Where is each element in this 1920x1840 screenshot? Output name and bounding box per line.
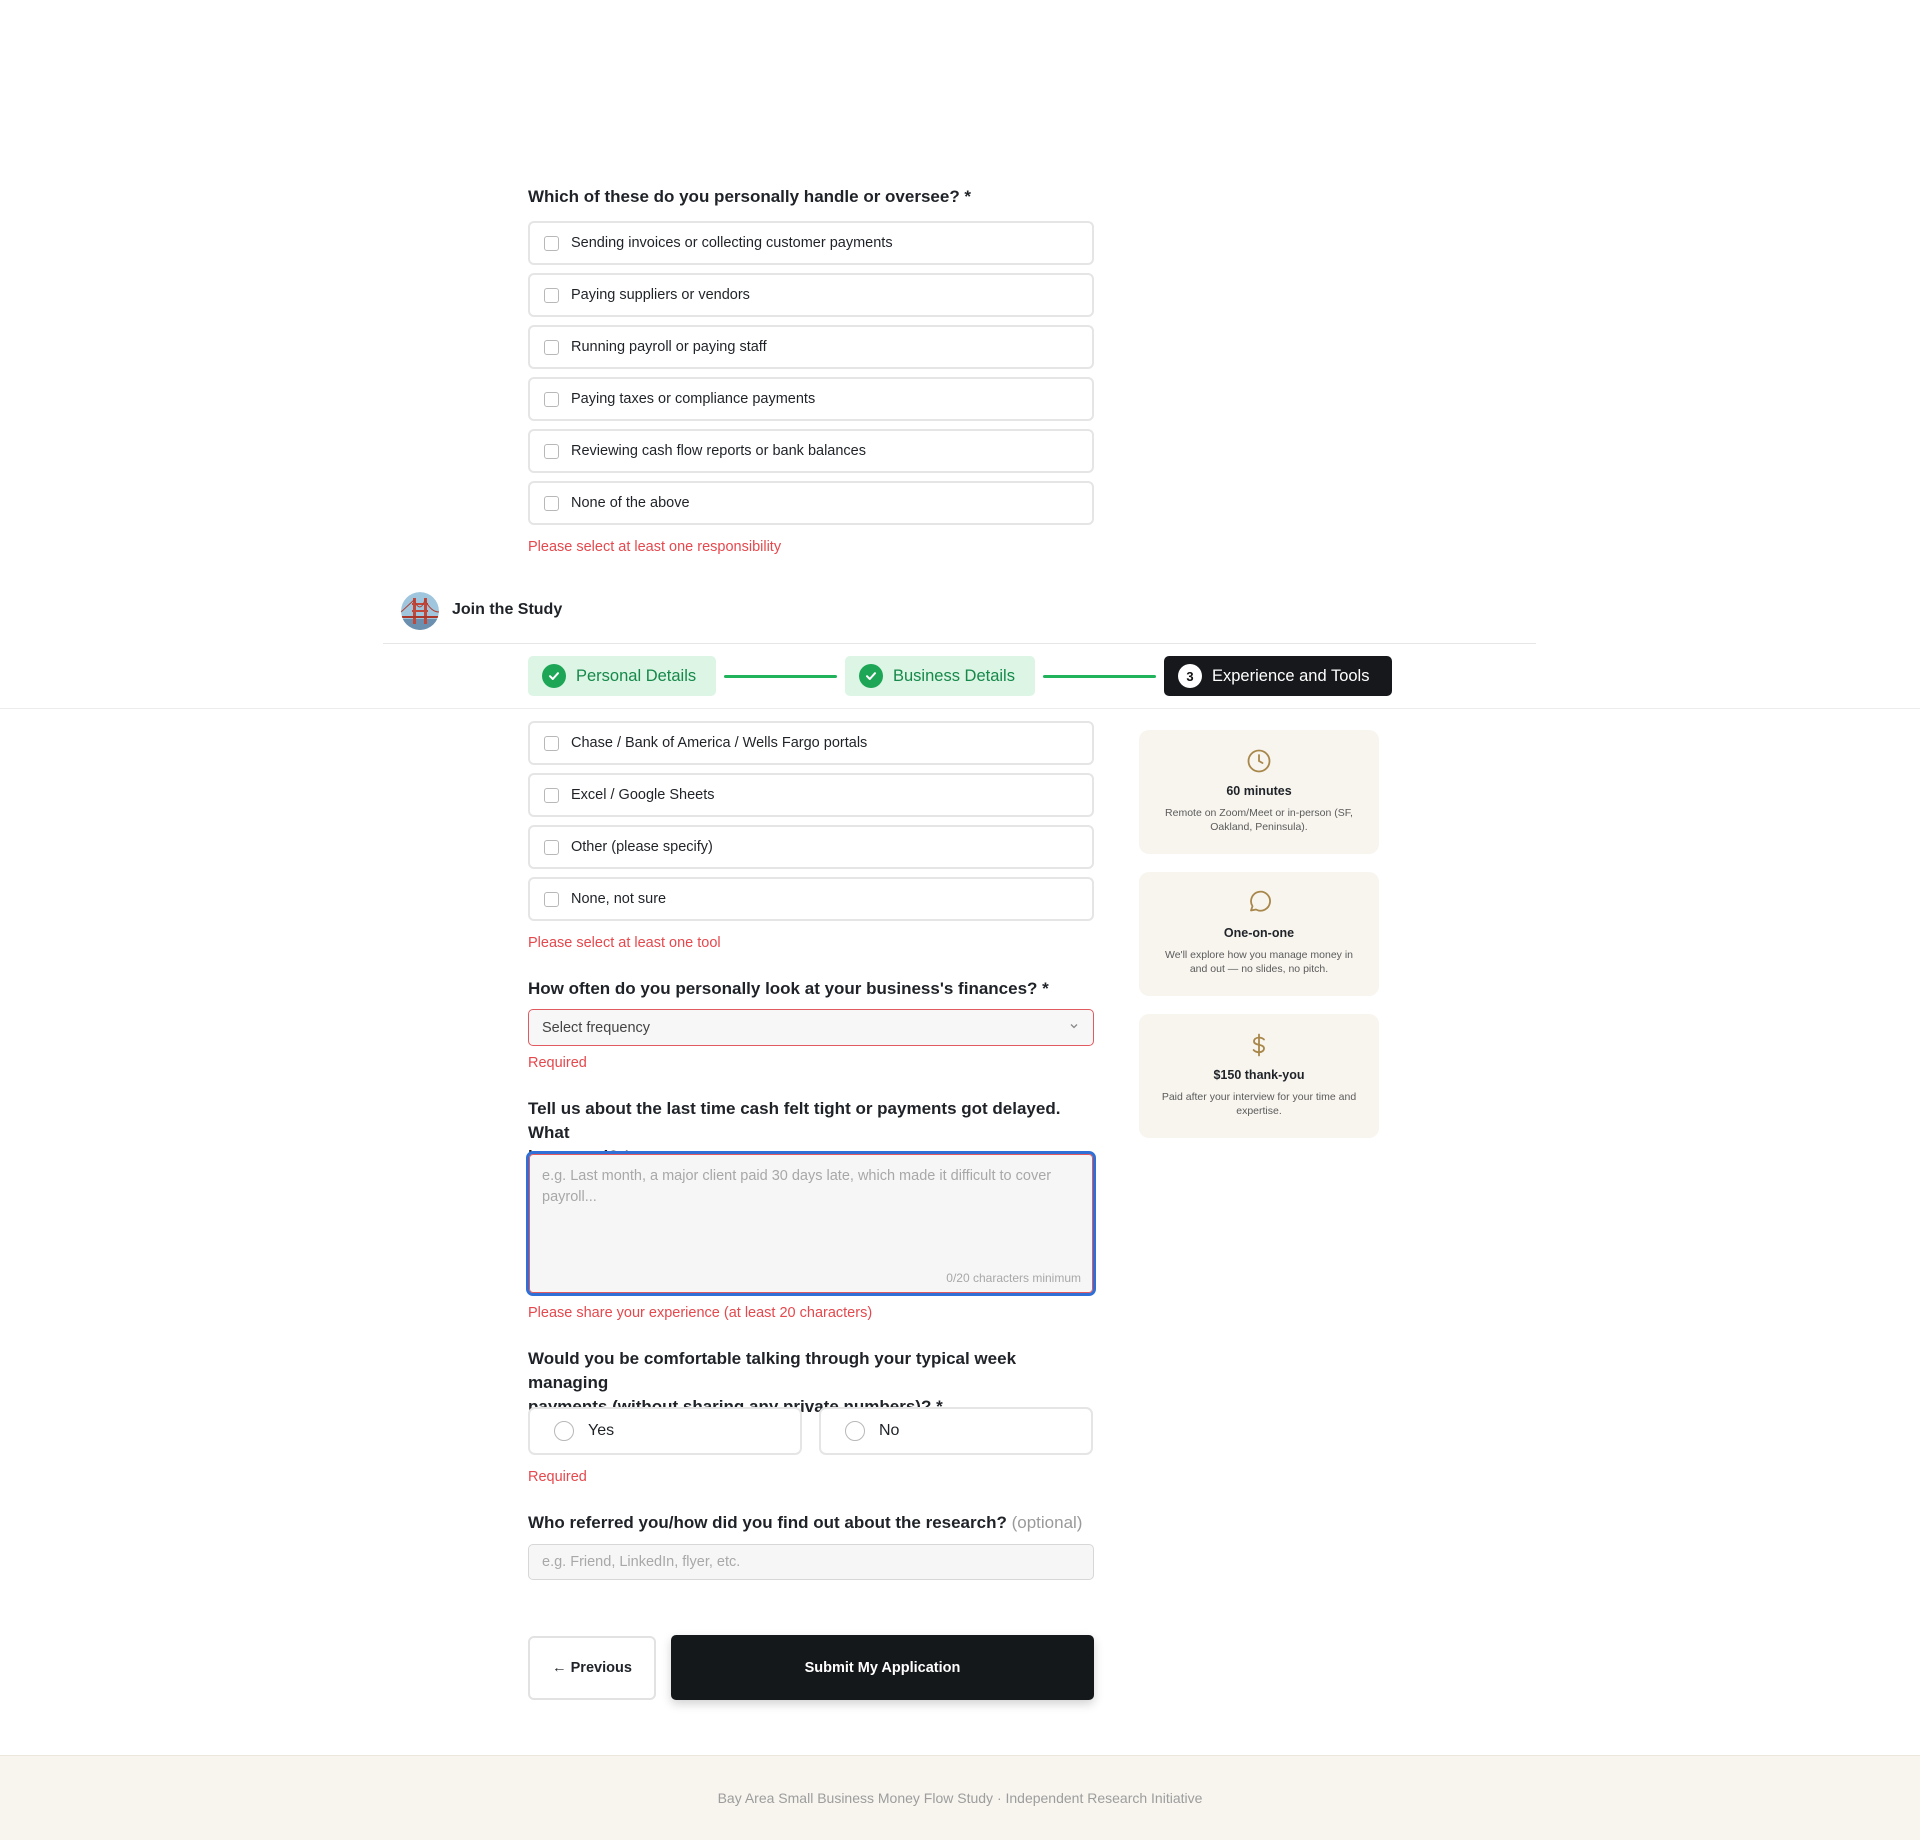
clock-icon — [1247, 749, 1271, 773]
checkbox[interactable] — [544, 443, 559, 459]
frequency-error: Required — [528, 1055, 587, 1071]
character-counter: 0/20 characters minimum — [946, 1271, 1081, 1285]
tools-error: Please select at least one tool — [528, 935, 721, 951]
option-other[interactable]: Other (please specify) — [528, 825, 1094, 869]
golden-gate-logo-icon — [401, 592, 439, 630]
step-connector — [1043, 675, 1156, 678]
checkbox[interactable] — [544, 787, 559, 803]
footer-text: Bay Area Small Business Money Flow Study… — [717, 1790, 1203, 1806]
radio-yes[interactable]: Yes — [528, 1407, 802, 1455]
option-none-not-sure[interactable]: None, not sure — [528, 877, 1094, 921]
experience-error: Please share your experience (at least 2… — [528, 1305, 873, 1321]
option-label: Paying suppliers or vendors — [571, 287, 750, 303]
option-running-payroll[interactable]: Running payroll or paying staff — [528, 325, 1094, 369]
radio-label: Yes — [588, 1422, 615, 1439]
radio-circle[interactable] — [845, 1421, 865, 1441]
referral-question: Who referred you/how did you find out ab… — [528, 1511, 1094, 1535]
radio-no[interactable]: No — [819, 1407, 1093, 1455]
card-description: Paid after your interview for your time … — [1161, 1091, 1357, 1117]
step-experience-and-tools[interactable]: 3 Experience and Tools — [1164, 656, 1392, 696]
check-icon — [859, 664, 883, 688]
referral-input[interactable]: e.g. Friend, LinkedIn, flyer, etc. — [528, 1544, 1094, 1580]
header-bottom-border — [0, 708, 1920, 709]
option-label: Chase / Bank of America / Wells Fargo po… — [571, 735, 868, 751]
step-number: 3 — [1178, 664, 1202, 688]
step-label: Experience and Tools — [1212, 666, 1370, 685]
frequency-select[interactable]: Select frequency — [528, 1009, 1094, 1046]
checkbox[interactable] — [544, 339, 559, 355]
question-text: Who referred you/how did you find out ab… — [528, 1513, 1007, 1532]
checkbox[interactable] — [544, 839, 559, 855]
card-title: 60 minutes — [1226, 784, 1292, 798]
check-icon — [542, 664, 566, 688]
card-description: We'll explore how you manage money in an… — [1165, 949, 1353, 975]
checkbox[interactable] — [544, 735, 559, 751]
option-label: None of the above — [571, 495, 690, 511]
card-description: Remote on Zoom/Meet or in-person (SF, Oa… — [1165, 807, 1353, 833]
chat-bubble-icon — [1250, 890, 1271, 912]
option-excel-sheets[interactable]: Excel / Google Sheets — [528, 773, 1094, 817]
experience-textarea[interactable]: e.g. Last month, a major client paid 30 … — [526, 1151, 1096, 1296]
checkbox[interactable] — [544, 495, 559, 511]
option-reviewing-cash-flow[interactable]: Reviewing cash flow reports or bank bala… — [528, 429, 1094, 473]
option-none-of-the-above[interactable]: None of the above — [528, 481, 1094, 525]
frequency-question: How often do you personally look at your… — [528, 979, 1049, 998]
option-bank-portals[interactable]: Chase / Bank of America / Wells Fargo po… — [528, 721, 1094, 765]
info-card-incentive: $150 thank-you Paid after your interview… — [1139, 1014, 1379, 1138]
brand-title: Join the Study — [452, 601, 563, 618]
step-connector — [724, 675, 837, 678]
select-value: Select frequency — [542, 1019, 651, 1036]
comfortable-error: Required — [528, 1469, 587, 1485]
step-label: Business Details — [893, 666, 1015, 685]
checkbox[interactable] — [544, 891, 559, 907]
submit-application-button[interactable]: Submit My Application — [671, 1635, 1094, 1700]
radio-label: No — [879, 1422, 900, 1439]
option-label: Other (please specify) — [571, 839, 713, 855]
option-label: Sending invoices or collecting customer … — [571, 235, 893, 251]
chevron-down-icon — [1070, 1024, 1078, 1029]
dollar-icon — [1252, 1033, 1265, 1057]
header-divider — [383, 643, 1536, 644]
footer: Bay Area Small Business Money Flow Study… — [0, 1755, 1920, 1840]
option-sending-invoices[interactable]: Sending invoices or collecting customer … — [528, 221, 1094, 265]
optional-tag: (optional) — [1011, 1513, 1083, 1532]
textarea-placeholder: e.g. Last month, a major client paid 30 … — [542, 1168, 1052, 1205]
option-label: Paying taxes or compliance payments — [571, 391, 816, 407]
option-paying-suppliers[interactable]: Paying suppliers or vendors — [528, 273, 1094, 317]
radio-circle[interactable] — [554, 1421, 574, 1441]
card-title: $150 thank-you — [1213, 1068, 1305, 1082]
step-personal-details[interactable]: Personal Details — [528, 656, 716, 696]
step-business-details[interactable]: Business Details — [845, 656, 1035, 696]
option-paying-taxes[interactable]: Paying taxes or compliance payments — [528, 377, 1094, 421]
input-placeholder: e.g. Friend, LinkedIn, flyer, etc. — [542, 1554, 741, 1570]
option-label: Excel / Google Sheets — [571, 787, 715, 803]
option-label: Running payroll or paying staff — [571, 339, 767, 355]
checkbox[interactable] — [544, 235, 559, 251]
info-card-format: One-on-one We'll explore how you manage … — [1139, 872, 1379, 996]
card-title: One-on-one — [1223, 926, 1295, 940]
step-label: Personal Details — [576, 666, 697, 685]
question-line: Tell us about the last time cash felt ti… — [528, 1099, 1061, 1142]
checkbox[interactable] — [544, 391, 559, 407]
responsibilities-question: Which of these do you personally handle … — [528, 187, 972, 206]
responsibilities-error: Please select at least one responsibilit… — [528, 539, 782, 555]
option-label: None, not sure — [571, 891, 667, 907]
question-line: Would you be comfortable talking through… — [528, 1349, 1017, 1392]
previous-button[interactable]: ← Previous — [528, 1636, 656, 1700]
info-card-duration: 60 minutes Remote on Zoom/Meet or in-per… — [1139, 730, 1379, 854]
checkbox[interactable] — [544, 287, 559, 303]
option-label: Reviewing cash flow reports or bank bala… — [571, 443, 866, 459]
